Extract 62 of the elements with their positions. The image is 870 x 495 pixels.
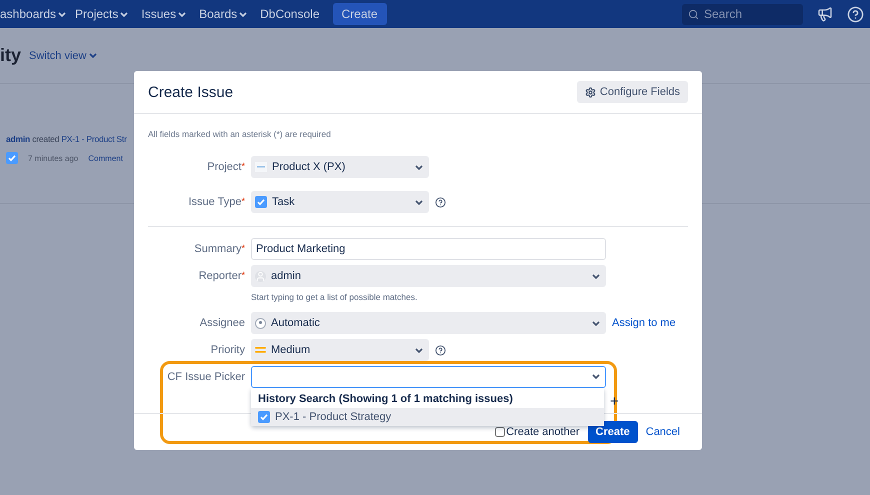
caret-icon: [89, 53, 98, 58]
dropdown-heading: History Search (Showing 1 of 1 matching issues): [257, 393, 514, 407]
field-hint: Start typing to get a list of possible matches.: [251, 292, 418, 302]
page-title: ity: [0, 45, 22, 66]
search-field[interactable]: Search: [682, 4, 803, 24]
caret-icon: [415, 348, 423, 352]
issue-picker-field[interactable]: [251, 366, 606, 388]
required-mark: *: [241, 270, 245, 280]
caret-icon: [592, 374, 600, 379]
checkbox-icon: [258, 411, 270, 423]
help-icon[interactable]: [435, 196, 446, 208]
assign-to-me-link[interactable]: Assign to me: [612, 317, 676, 329]
priority-medium-icon: [255, 346, 266, 354]
select-field[interactable]: Automatic: [251, 312, 606, 334]
field-label: Assignee: [200, 317, 245, 329]
user-link[interactable]: admin: [6, 134, 30, 144]
nav-menu-item[interactable]: Boards: [199, 7, 248, 21]
settings-icon: [584, 86, 596, 98]
megaphone-icon[interactable]: [817, 6, 833, 22]
create-another-checkbox[interactable]: [495, 427, 506, 437]
dialog-title: Create Issue: [148, 84, 234, 100]
field-label: CF Issue Picker: [167, 371, 245, 383]
checkbox-icon: [6, 152, 18, 164]
create-button[interactable]: Create: [332, 3, 387, 25]
field-label: Issue Type: [188, 196, 242, 208]
automatic-icon: [255, 318, 266, 328]
project-logo-icon: [255, 162, 267, 172]
required-mark: *: [241, 196, 245, 206]
nav-menu-item[interactable]: ashboards: [0, 7, 66, 21]
nav-menu-item[interactable]: DbConsole: [260, 7, 320, 21]
switch-view-link[interactable]: Switch view: [29, 50, 98, 62]
cancel-link[interactable]: Cancel: [646, 426, 680, 438]
caret-icon: [415, 200, 423, 204]
caret-icon: [592, 320, 600, 326]
nav-menu-item[interactable]: Projects: [75, 7, 128, 21]
configure-fields-button[interactable]: Configure Fields: [576, 81, 688, 103]
required-mark: *: [241, 161, 245, 171]
required-note: All fields marked with an asterisk (*) are required: [148, 129, 332, 139]
select-field[interactable]: Task: [251, 191, 429, 213]
text-field[interactable]: Product Marketing: [251, 238, 606, 260]
issue-link[interactable]: PX-1 - Product Str: [61, 134, 127, 144]
caret-icon: [415, 164, 423, 170]
select-field[interactable]: admin: [251, 265, 606, 287]
dropdown-item[interactable]: PX-1 - Product Strategy: [251, 408, 604, 426]
timestamp: 7 minutes ago: [28, 154, 78, 162]
comment-link[interactable]: Comment: [88, 154, 123, 162]
select-field[interactable]: Medium: [251, 339, 429, 361]
help-icon[interactable]: [435, 344, 446, 356]
search-icon: [688, 8, 699, 20]
checkbox-label: Create another: [506, 426, 580, 438]
activity-text: created: [32, 134, 60, 144]
checkbox-icon: [255, 196, 267, 208]
field-label: Priority: [210, 344, 245, 356]
avatar-icon: [255, 270, 266, 282]
field-label: Project: [207, 161, 242, 173]
select-field[interactable]: Product X (PX): [251, 156, 429, 178]
required-mark: *: [241, 243, 245, 253]
nav-menu-item[interactable]: Issues: [141, 7, 186, 21]
create-button[interactable]: Create: [588, 421, 638, 443]
caret-icon: [592, 274, 600, 278]
field-label: Summary: [194, 243, 242, 255]
field-label: Reporter: [198, 270, 242, 282]
